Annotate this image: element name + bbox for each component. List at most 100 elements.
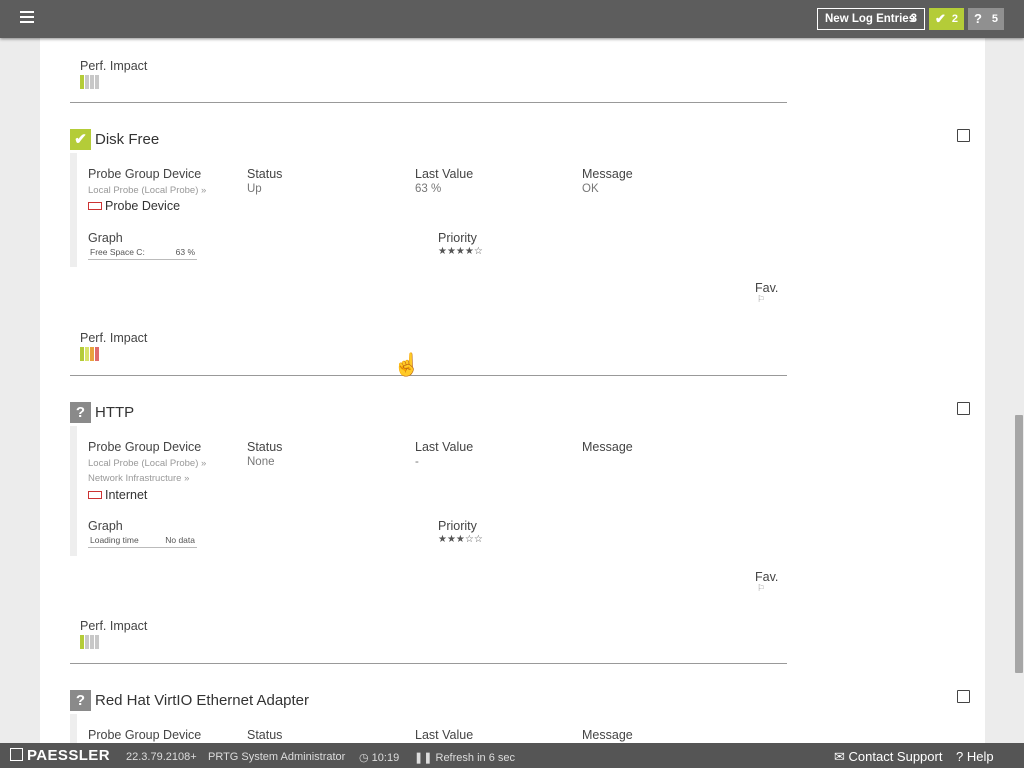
clock-icon: ◷ [359,752,372,764]
contact-support-label: Contact Support [848,749,943,764]
divider [70,663,787,664]
perf-impact-segment [85,347,89,361]
perf-impact-bar [80,635,99,649]
perf-impact-label: Perf. Impact [80,331,148,345]
sensor-name[interactable]: HTTP [95,404,134,421]
perf-impact-segment [80,75,84,89]
help-icon: ? [956,749,967,764]
probe-link[interactable]: Local Probe (Local Probe) » [88,458,206,469]
last-value-label: Last Value [415,440,474,454]
question-icon: ? [70,690,91,711]
message-value: OK [582,183,599,195]
clock-time: 10:19 [371,752,400,764]
clock: ◷ 10:19 [359,751,399,764]
last-value-label: Last Value [415,167,474,181]
check-icon: ✔ [70,129,91,150]
select-checkbox[interactable] [957,129,970,142]
sensor-name[interactable]: Disk Free [95,131,159,148]
graph-channel: Free Space C: [90,247,145,257]
perf-impact-bar [80,75,99,89]
flag-icon[interactable]: ⚐ [757,294,765,305]
perf-impact-segment [85,635,89,649]
priority-stars[interactable]: ★★★☆☆ [438,534,483,545]
probe-group-device-label: Probe Group Device [88,440,202,454]
status-label: Status [247,440,283,454]
question-icon: ? [70,402,91,423]
perf-impact-segment [80,347,84,361]
refresh-control[interactable]: ❚❚ Refresh in 6 sec [414,751,515,764]
priority-label: Priority [438,231,477,245]
last-value: 63 % [415,183,442,195]
graph-value: No data [165,535,195,545]
new-log-entries-label: New Log Entries [825,13,916,25]
graph-channel: Loading time [90,535,139,545]
envelope-icon: ✉ [834,749,849,764]
device-link[interactable]: Probe Device [88,199,180,213]
new-log-entries-count: 3 [910,13,917,25]
scrollbar-thumb[interactable] [1015,415,1023,673]
priority-stars[interactable]: ★★★★☆ [438,246,483,257]
device-link[interactable]: Internet [88,488,147,502]
contact-support-link[interactable]: ✉ Contact Support [834,749,942,765]
status-badge-unknown[interactable]: ? 5 [968,8,1004,30]
refresh-text: Refresh in 6 sec [435,752,515,764]
status-badge-up[interactable]: ✔ 2 [929,8,964,30]
status-value: Up [247,183,262,195]
probe-group-device-label: Probe Group Device [88,167,202,181]
perf-impact-segment [90,347,94,361]
sensor-accent-bar [70,153,77,267]
sensor-list-panel: Perf. Impact ✔ Disk Free Probe Group Dev… [40,38,985,743]
perf-impact-bar [80,347,99,361]
graph-label: Graph [88,231,123,245]
help-label: Help [966,749,994,764]
new-log-entries-button[interactable]: New Log Entries 3 [817,8,925,30]
paessler-logo-icon [10,748,23,761]
fav-label: Fav. [755,281,779,295]
graph-label: Graph [88,519,123,533]
footer-bar: PAESSLER 22.3.79.2108+ PRTG System Admin… [0,743,1024,768]
device-name: Probe Device [105,199,181,213]
mini-graph[interactable]: Loading time No data [88,535,197,548]
paessler-logo[interactable]: PAESSLER [10,747,110,764]
sensor-name[interactable]: Red Hat VirtIO Ethernet Adapter [95,692,309,709]
brand-name: PAESSLER [27,747,110,764]
question-icon: ? [974,11,982,26]
perf-impact-label: Perf. Impact [80,59,148,73]
pause-icon: ❚❚ [414,752,436,764]
check-icon: ✔ [935,11,946,26]
user-name[interactable]: PRTG System Administrator [208,751,345,763]
select-checkbox[interactable] [957,402,970,415]
top-bar: New Log Entries 3 ✔ 2 ? 5 [0,0,1024,38]
help-link[interactable]: ? Help [956,749,994,764]
perf-impact-segment [90,635,94,649]
fav-label: Fav. [755,570,779,584]
device-name: Internet [105,488,148,502]
probe-group-device-label: Probe Group Device [88,728,202,742]
hamburger-menu-icon[interactable] [20,11,34,23]
group-link[interactable]: Network Infrastructure » [88,473,189,484]
divider [70,102,787,103]
priority-label: Priority [438,519,477,533]
perf-impact-label: Perf. Impact [80,619,148,633]
select-checkbox[interactable] [957,690,970,703]
device-icon [88,490,102,499]
perf-impact-segment [95,75,99,89]
message-label: Message [582,440,633,454]
divider [70,375,787,376]
hand-cursor-icon: ☝ [393,352,421,377]
mini-graph[interactable]: Free Space C: 63 % [88,247,197,260]
probe-link[interactable]: Local Probe (Local Probe) » [88,185,206,196]
version-text: 22.3.79.2108+ [126,751,197,763]
perf-impact-segment [85,75,89,89]
sensor-accent-bar [70,426,77,556]
status-value: None [247,456,275,468]
message-label: Message [582,728,633,742]
badge-up-count: 2 [951,13,958,25]
last-value-label: Last Value [415,728,474,742]
flag-icon[interactable]: ⚐ [757,583,765,594]
sensor-accent-bar [70,714,77,743]
perf-impact-segment [95,635,99,649]
badge-unknown-count: 5 [991,13,998,25]
graph-value: 63 % [175,247,195,257]
status-label: Status [247,728,283,742]
